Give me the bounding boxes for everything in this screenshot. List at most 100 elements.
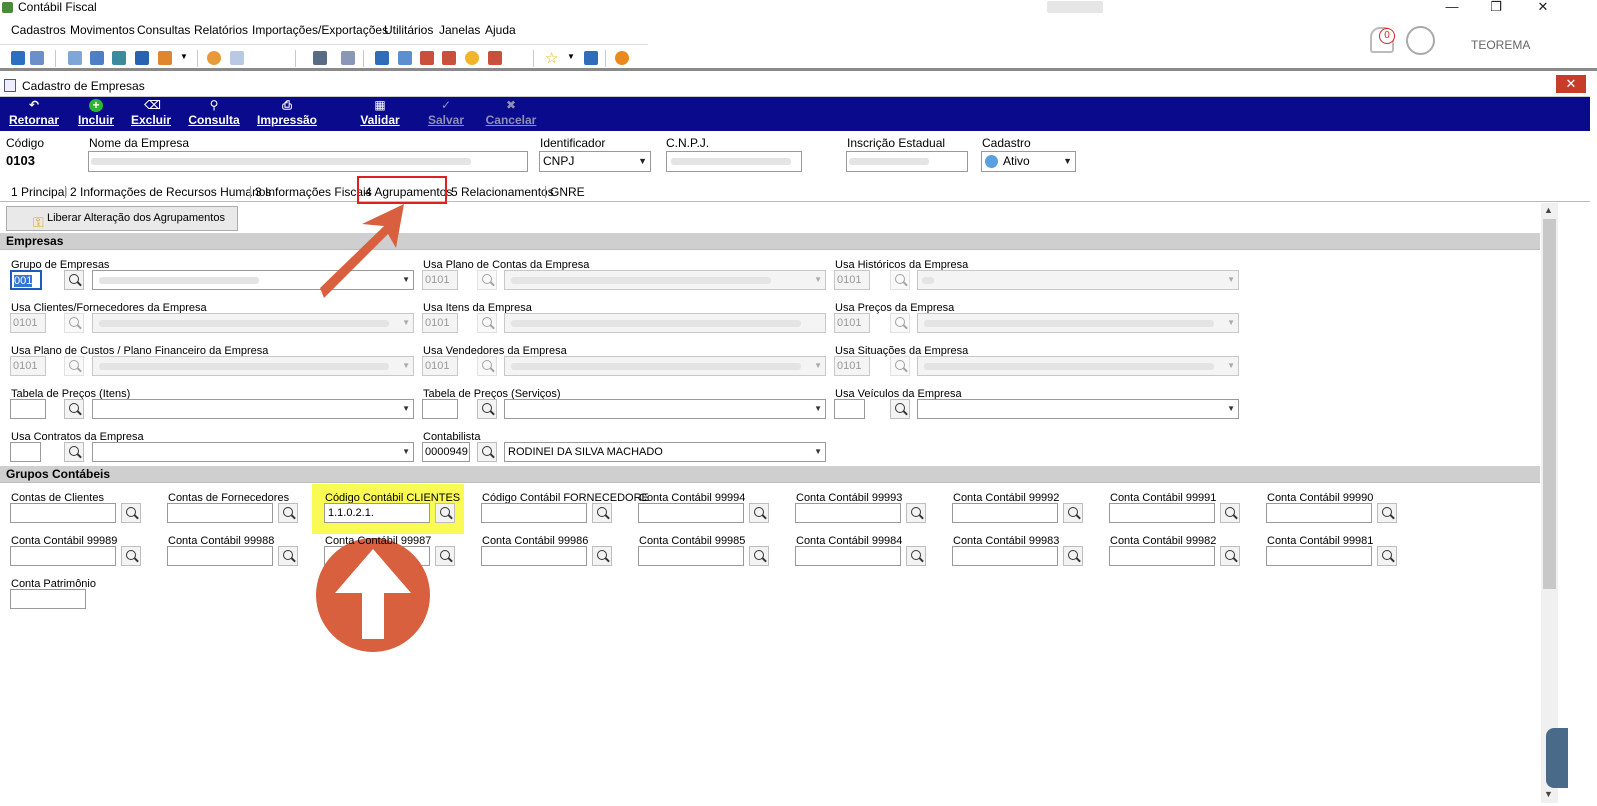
scroll-down-icon[interactable]: ▼ <box>1544 789 1553 799</box>
grupo-field[interactable] <box>638 546 744 566</box>
contabilista-code[interactable]: 0000949 <box>422 442 470 462</box>
search-icon[interactable] <box>278 503 298 523</box>
grupo-field[interactable] <box>1266 503 1372 523</box>
search-icon[interactable] <box>1063 503 1083 523</box>
historicos-code[interactable]: 0101 <box>834 270 870 290</box>
search-icon[interactable] <box>477 399 497 419</box>
tabela-servicos-select[interactable] <box>504 399 826 419</box>
star-icon[interactable]: ☆ <box>545 49 558 67</box>
validar-button[interactable]: ▦ Validar <box>357 99 403 128</box>
inscricao-estadual-field[interactable] <box>846 151 968 172</box>
search-icon[interactable] <box>1063 546 1083 566</box>
veiculos-code[interactable] <box>834 399 865 419</box>
tabela-servicos-code[interactable] <box>422 399 458 419</box>
impressao-button[interactable]: ⎙ Impressão <box>254 99 320 128</box>
search-icon[interactable] <box>121 546 141 566</box>
search-icon[interactable] <box>121 503 141 523</box>
search-icon[interactable] <box>1220 546 1240 566</box>
search-icon[interactable] <box>890 270 910 290</box>
search-icon[interactable] <box>592 503 612 523</box>
scroll-thumb[interactable] <box>1543 219 1556 589</box>
tabela-itens-select[interactable] <box>92 399 414 419</box>
chevron-down-icon[interactable]: ▼ <box>180 52 188 61</box>
nome-empresa-field[interactable] <box>88 151 528 172</box>
tab-informacoes-fiscais[interactable]: 3 Informações Fiscais <box>255 185 372 199</box>
grupo-field[interactable] <box>952 546 1058 566</box>
search-icon[interactable] <box>477 442 497 462</box>
grupo-field[interactable] <box>481 503 587 523</box>
clientes-fornecedores-code[interactable]: 0101 <box>10 313 46 333</box>
conta-patrimonio-field[interactable] <box>10 589 86 609</box>
search-icon[interactable] <box>278 546 298 566</box>
search-icon[interactable] <box>64 270 84 290</box>
grupo-field[interactable] <box>10 546 116 566</box>
search-icon[interactable] <box>477 270 497 290</box>
vendedores-code[interactable]: 0101 <box>422 356 458 376</box>
export-icon[interactable] <box>584 51 598 65</box>
plano-contas-code[interactable]: 0101 <box>422 270 458 290</box>
search-icon[interactable] <box>64 313 84 333</box>
custos-select[interactable] <box>92 356 414 376</box>
incluir-button[interactable]: + Incluir <box>74 99 118 128</box>
precos-code[interactable]: 0101 <box>834 313 870 333</box>
grupo-field[interactable] <box>10 503 116 523</box>
grupo-field[interactable] <box>638 503 744 523</box>
search-icon[interactable] <box>1220 503 1240 523</box>
grupo-field[interactable] <box>795 546 901 566</box>
search-icon[interactable] <box>749 503 769 523</box>
grupo-field[interactable] <box>481 546 587 566</box>
search-icon[interactable] <box>906 503 926 523</box>
search-icon[interactable] <box>64 442 84 462</box>
side-widget[interactable] <box>1546 728 1568 788</box>
contratos-select[interactable] <box>92 442 414 462</box>
modules-icon[interactable] <box>230 51 244 65</box>
menu-janelas[interactable]: Janelas <box>439 23 480 38</box>
scroll-up-icon[interactable]: ▲ <box>1544 205 1553 215</box>
contabilista-select[interactable]: RODINEI DA SILVA MACHADO <box>504 442 826 462</box>
search-icon[interactable] <box>890 356 910 376</box>
search-icon[interactable] <box>1377 546 1397 566</box>
grupo-field[interactable] <box>952 503 1058 523</box>
search-doc-icon[interactable] <box>488 51 502 65</box>
search-icon[interactable] <box>477 356 497 376</box>
grupo-field[interactable] <box>167 503 273 523</box>
vertical-scrollbar[interactable]: ▲ ▼ <box>1541 203 1558 803</box>
vendedores-select[interactable] <box>504 356 826 376</box>
search-icon[interactable] <box>906 546 926 566</box>
grupo-field[interactable] <box>795 503 901 523</box>
menu-movimentos[interactable]: Movimentos <box>70 23 135 38</box>
grupo-field[interactable]: 1.1.0.2.1. <box>324 503 430 523</box>
calendar-icon[interactable] <box>420 51 434 65</box>
sheet-icon[interactable] <box>375 51 389 65</box>
grupo-empresas-code[interactable]: 001 <box>10 270 42 290</box>
tab-principal[interactable]: 1 Principal <box>11 185 67 199</box>
tab-relacionamentos[interactable]: 5 Relacionamentos <box>451 185 554 199</box>
cnpj-field[interactable] <box>666 151 802 172</box>
search-icon[interactable] <box>592 546 612 566</box>
precos-select[interactable] <box>917 313 1239 333</box>
menu-relatorios[interactable]: Relatórios <box>194 23 248 38</box>
itens-field[interactable] <box>504 313 826 333</box>
search-icon[interactable] <box>64 399 84 419</box>
doc-icon[interactable] <box>68 51 82 65</box>
custos-code[interactable]: 0101 <box>10 356 46 376</box>
grupo-field[interactable] <box>1266 546 1372 566</box>
power-icon[interactable] <box>615 51 629 65</box>
grupo-field[interactable] <box>1109 546 1215 566</box>
situacoes-code[interactable]: 0101 <box>834 356 870 376</box>
situacoes-select[interactable] <box>917 356 1239 376</box>
search-icon[interactable] <box>1377 503 1397 523</box>
itens-code[interactable]: 0101 <box>422 313 458 333</box>
plano-contas-select[interactable] <box>504 270 826 290</box>
contratos-code[interactable] <box>10 442 41 462</box>
tabela-itens-code[interactable] <box>10 399 46 419</box>
clientes-fornecedores-select[interactable] <box>92 313 414 333</box>
salvar-button[interactable]: ✓ Salvar <box>424 99 468 128</box>
retornar-button[interactable]: ↶ Retornar <box>6 99 62 128</box>
chevron-down-icon[interactable]: ▼ <box>567 52 575 61</box>
search-icon[interactable] <box>64 356 84 376</box>
chart-icon[interactable] <box>341 51 355 65</box>
coin-icon[interactable] <box>465 51 479 65</box>
menu-consultas[interactable]: Consultas <box>137 23 190 38</box>
tab-gnre[interactable]: GNRE <box>550 185 585 199</box>
